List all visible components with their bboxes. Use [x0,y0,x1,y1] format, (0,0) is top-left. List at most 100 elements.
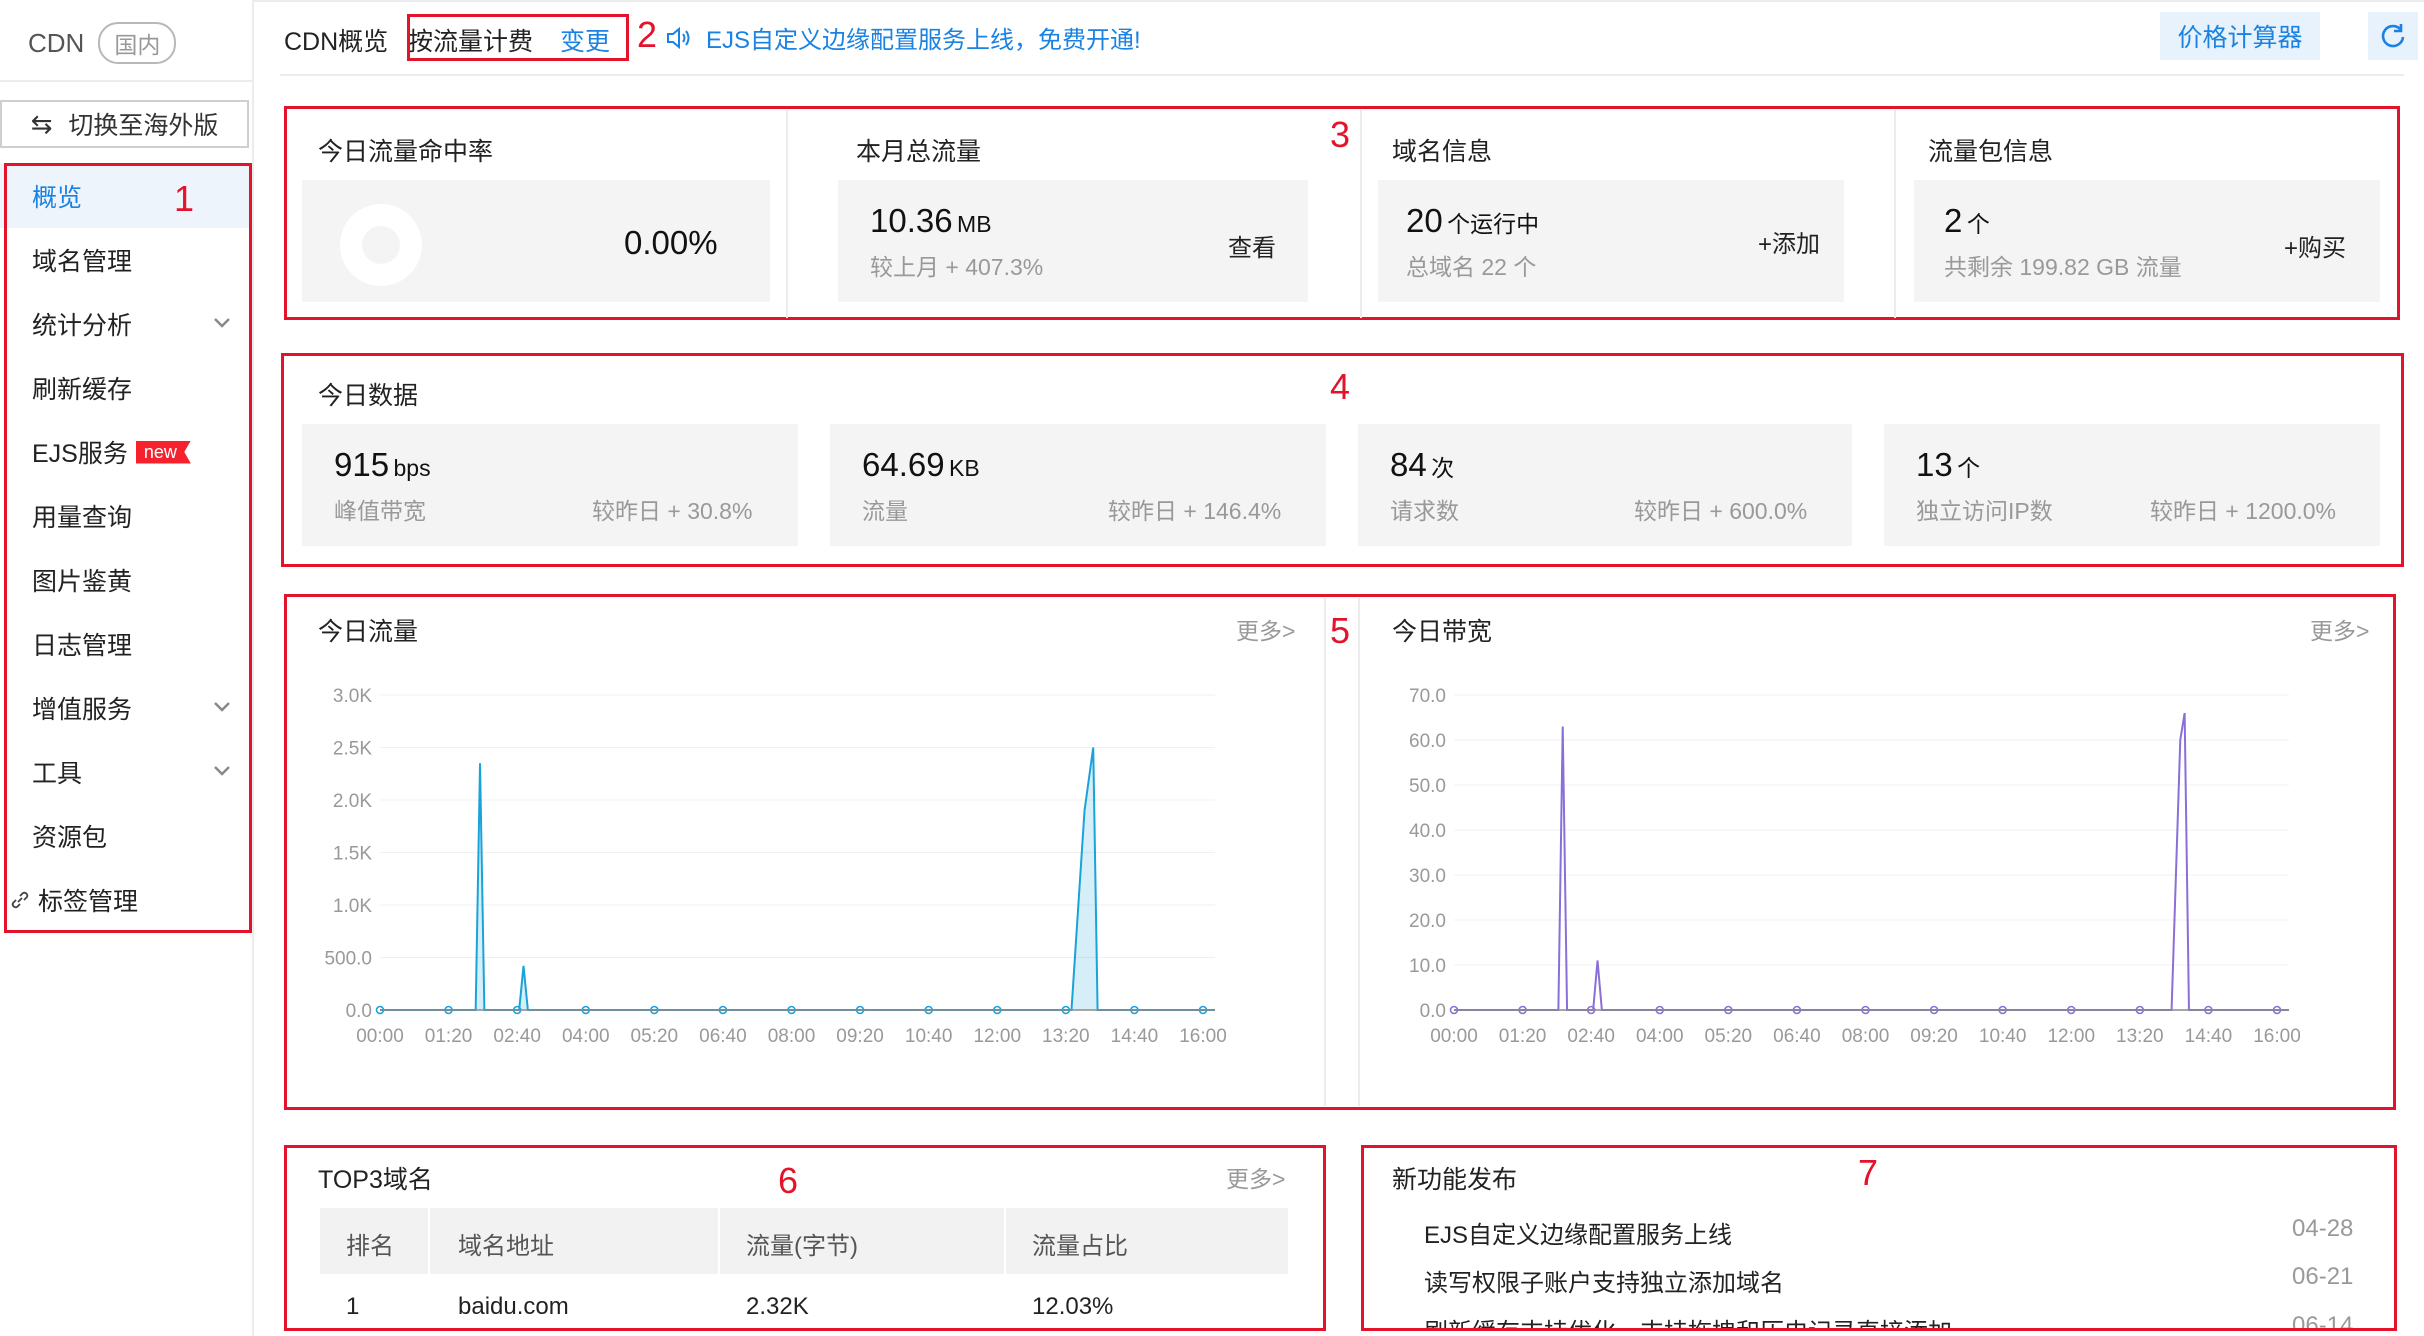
x-tick-label: 01:20 [425,1026,473,1047]
annotation-number: 7 [1858,1152,1879,1193]
stat-value: 64.69 [862,446,945,483]
stat-label: 流量 [862,498,908,524]
y-tick-label: 0.0 [1420,1001,1446,1022]
refresh-icon [2381,24,2405,48]
annotation-number: 6 [778,1160,799,1201]
speaker-icon [667,26,690,49]
x-tick-label: 09:20 [1910,1026,1958,1047]
column-header: 排名 [346,1233,394,1260]
annotation-number: 2 [637,14,658,55]
annotation-number: 4 [1330,366,1351,407]
annotation-box [4,163,252,933]
x-tick-label: 04:00 [1636,1026,1684,1047]
divider [428,1208,430,1274]
cdn-console: CDN 国内 ⇆ 切换至海外版 概览 域名管理 统计分析 刷新缓存 EJS服务 … [0,0,2424,1336]
x-tick-label: 05:20 [631,1026,679,1047]
brand: CDN 国内 [28,22,177,64]
y-tick-label: 50.0 [1409,776,1446,797]
x-tick-label: 14:40 [2185,1026,2233,1047]
stat-unit: 次 [1431,455,1455,481]
stat-unit: 个运行中 [1447,211,1540,237]
top3-more-link[interactable]: 更多> [1226,1160,1285,1194]
stat-compare: 较昨日 + 30.8% [592,498,753,524]
unique-ip-value: 13 个 [1916,446,1980,484]
news-item[interactable]: 刷新缓存支持优化，支持拖拽和历史记录直接添加 [1424,1312,1952,1328]
news-item[interactable]: 读写权限子账户支持独立添加域名 [1424,1263,1784,1298]
x-tick-label: 14:40 [1111,1026,1159,1047]
stat-unit: 个 [1957,455,1981,481]
divider [280,74,2404,76]
hit-rate-value: 0.00% [624,224,718,261]
region-badge: 国内 [98,22,177,64]
price-calculator-button[interactable]: 价格计算器 [2160,12,2320,60]
stat-unit: 个 [1966,211,1990,237]
stat-value: 10.36 [870,202,953,239]
switch-overseas-button[interactable]: ⇆ 切换至海外版 [0,100,249,148]
requests-value: 84 次 [1390,446,1454,484]
domain-info-title: 域名信息 [1392,138,1493,166]
package-info-value: 2 个 [1944,202,1990,240]
x-tick-label: 10:40 [905,1026,953,1047]
bandwidth-chart-title: 今日带宽 [1392,618,1493,646]
ratio-cell: 12.03% [1032,1293,1114,1320]
divider [1324,598,1326,1106]
stat-unit: bps [393,455,431,481]
domain-info-value: 20 个运行中 [1406,202,1539,240]
annotation-box [407,14,629,61]
today-stat-card [302,424,798,546]
x-tick-label: 12:00 [2047,1026,2095,1047]
x-tick-label: 16:00 [2253,1026,2301,1047]
today-stat-card [1884,424,2380,546]
y-tick-label: 2.0K [333,791,372,812]
x-tick-label: 09:20 [836,1026,884,1047]
divider [786,110,788,318]
rank-cell: 1 [346,1293,360,1320]
announcement[interactable]: EJS自定义边缘配置服务上线，免费开通! [666,20,1141,55]
buy-package-link[interactable]: +购买 [2284,228,2346,263]
y-tick-label: 10.0 [1409,956,1446,977]
today-stat-card [1358,424,1852,546]
view-monthly-link[interactable]: 查看 [1228,228,1276,263]
y-tick-label: 60.0 [1409,731,1446,752]
domain-cell[interactable]: baidu.com [458,1293,569,1321]
add-domain-link[interactable]: +添加 [1758,224,1820,259]
y-tick-label: 0.0 [346,1001,372,1022]
y-tick-label: 70.0 [1409,686,1446,707]
swap-arrows-icon: ⇆ [30,108,53,139]
hit-rate-ring [340,204,422,286]
traffic-more-link[interactable]: 更多> [1236,612,1295,646]
x-tick-label: 01:20 [1499,1026,1547,1047]
stat-label: 峰值带宽 [334,498,426,524]
x-tick-label: 06:40 [1773,1026,1821,1047]
x-tick-label: 08:00 [1842,1026,1890,1047]
y-tick-label: 2.5K [333,739,372,760]
x-tick-label: 04:00 [562,1026,610,1047]
y-tick-label: 1.5K [333,844,372,865]
refresh-button[interactable] [2368,12,2418,60]
y-tick-label: 40.0 [1409,821,1446,842]
stat-compare: 较昨日 + 1200.0% [2150,498,2337,524]
package-info-title: 流量包信息 [1928,138,2054,166]
news-item[interactable]: EJS自定义边缘配置服务上线 [1424,1215,1732,1250]
traffic-chart: 0.0 500.0 1.0K 1.5K 2.0K 2.5K 3.0K 00:00 01:20 02… [324,686,1227,1047]
x-tick-label: 06:40 [699,1026,747,1047]
annotation-number: 3 [1330,114,1351,155]
annotation-number: 5 [1330,610,1351,651]
divider [1004,1208,1006,1274]
peak-bandwidth-value: 915 bps [334,446,431,484]
x-tick-label: 16:00 [1179,1026,1227,1047]
bandwidth-more-link[interactable]: 更多> [2310,612,2369,646]
today-stat-card [830,424,1326,546]
stat-value: 84 [1390,446,1427,483]
package-remaining: 共剩余 199.82 GB 流量 [1944,254,2182,280]
traffic-cell: 2.32K [746,1293,809,1320]
brand-name: CDN [28,27,85,58]
stat-unit: KB [949,455,980,481]
stat-compare: 较昨日 + 600.0% [1634,498,1808,524]
x-tick-label: 12:00 [973,1026,1021,1047]
x-tick-label: 05:20 [1705,1026,1753,1047]
divider [1358,598,1360,1106]
x-tick-label: 00:00 [356,1026,404,1047]
traffic-chart-title: 今日流量 [318,618,419,646]
top3-title: TOP3域名 [318,1166,433,1194]
